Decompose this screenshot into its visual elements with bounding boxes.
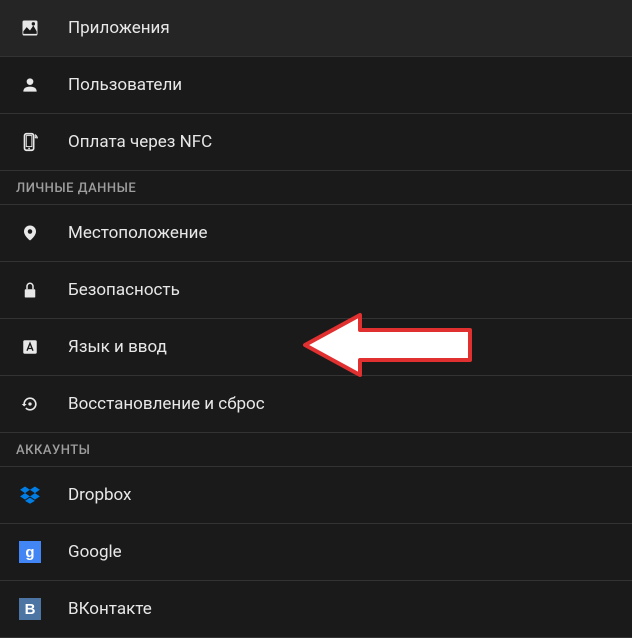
vk-icon: В [16,595,44,623]
settings-item-location[interactable]: Местоположение [0,205,632,262]
settings-label: Язык и ввод [68,337,167,357]
settings-label: Google [68,542,122,562]
settings-item-vkontakte[interactable]: В ВКонтакте [0,581,632,638]
nfc-icon [16,128,44,156]
settings-item-apps[interactable]: Приложения [0,0,632,57]
settings-label: Приложения [68,18,170,38]
settings-label: Безопасность [68,280,180,300]
users-icon [16,71,44,99]
settings-item-google[interactable]: g Google [0,524,632,581]
section-header-accounts: АККАУНТЫ [0,433,632,467]
lock-icon [16,276,44,304]
settings-item-dropbox[interactable]: Dropbox [0,467,632,524]
settings-item-users[interactable]: Пользователи [0,57,632,114]
apps-icon [16,14,44,42]
settings-label: ВКонтакте [68,599,152,619]
settings-label: Местоположение [68,223,208,243]
dropbox-icon [16,481,44,509]
settings-label: Восстановление и сброс [68,394,265,414]
settings-label: Dropbox [68,485,132,505]
settings-item-backup-reset[interactable]: Восстановление и сброс [0,376,632,433]
settings-item-nfc[interactable]: Оплата через NFC [0,114,632,171]
settings-item-security[interactable]: Безопасность [0,262,632,319]
location-icon [16,219,44,247]
section-header-personal: ЛИЧНЫЕ ДАННЫЕ [0,171,632,205]
language-icon [16,333,44,361]
settings-item-language[interactable]: Язык и ввод [0,319,632,376]
google-icon: g [16,538,44,566]
restore-icon [16,390,44,418]
settings-list: Приложения Пользователи Оплата через NFC… [0,0,632,638]
settings-label: Пользователи [68,75,182,95]
settings-label: Оплата через NFC [68,132,212,152]
